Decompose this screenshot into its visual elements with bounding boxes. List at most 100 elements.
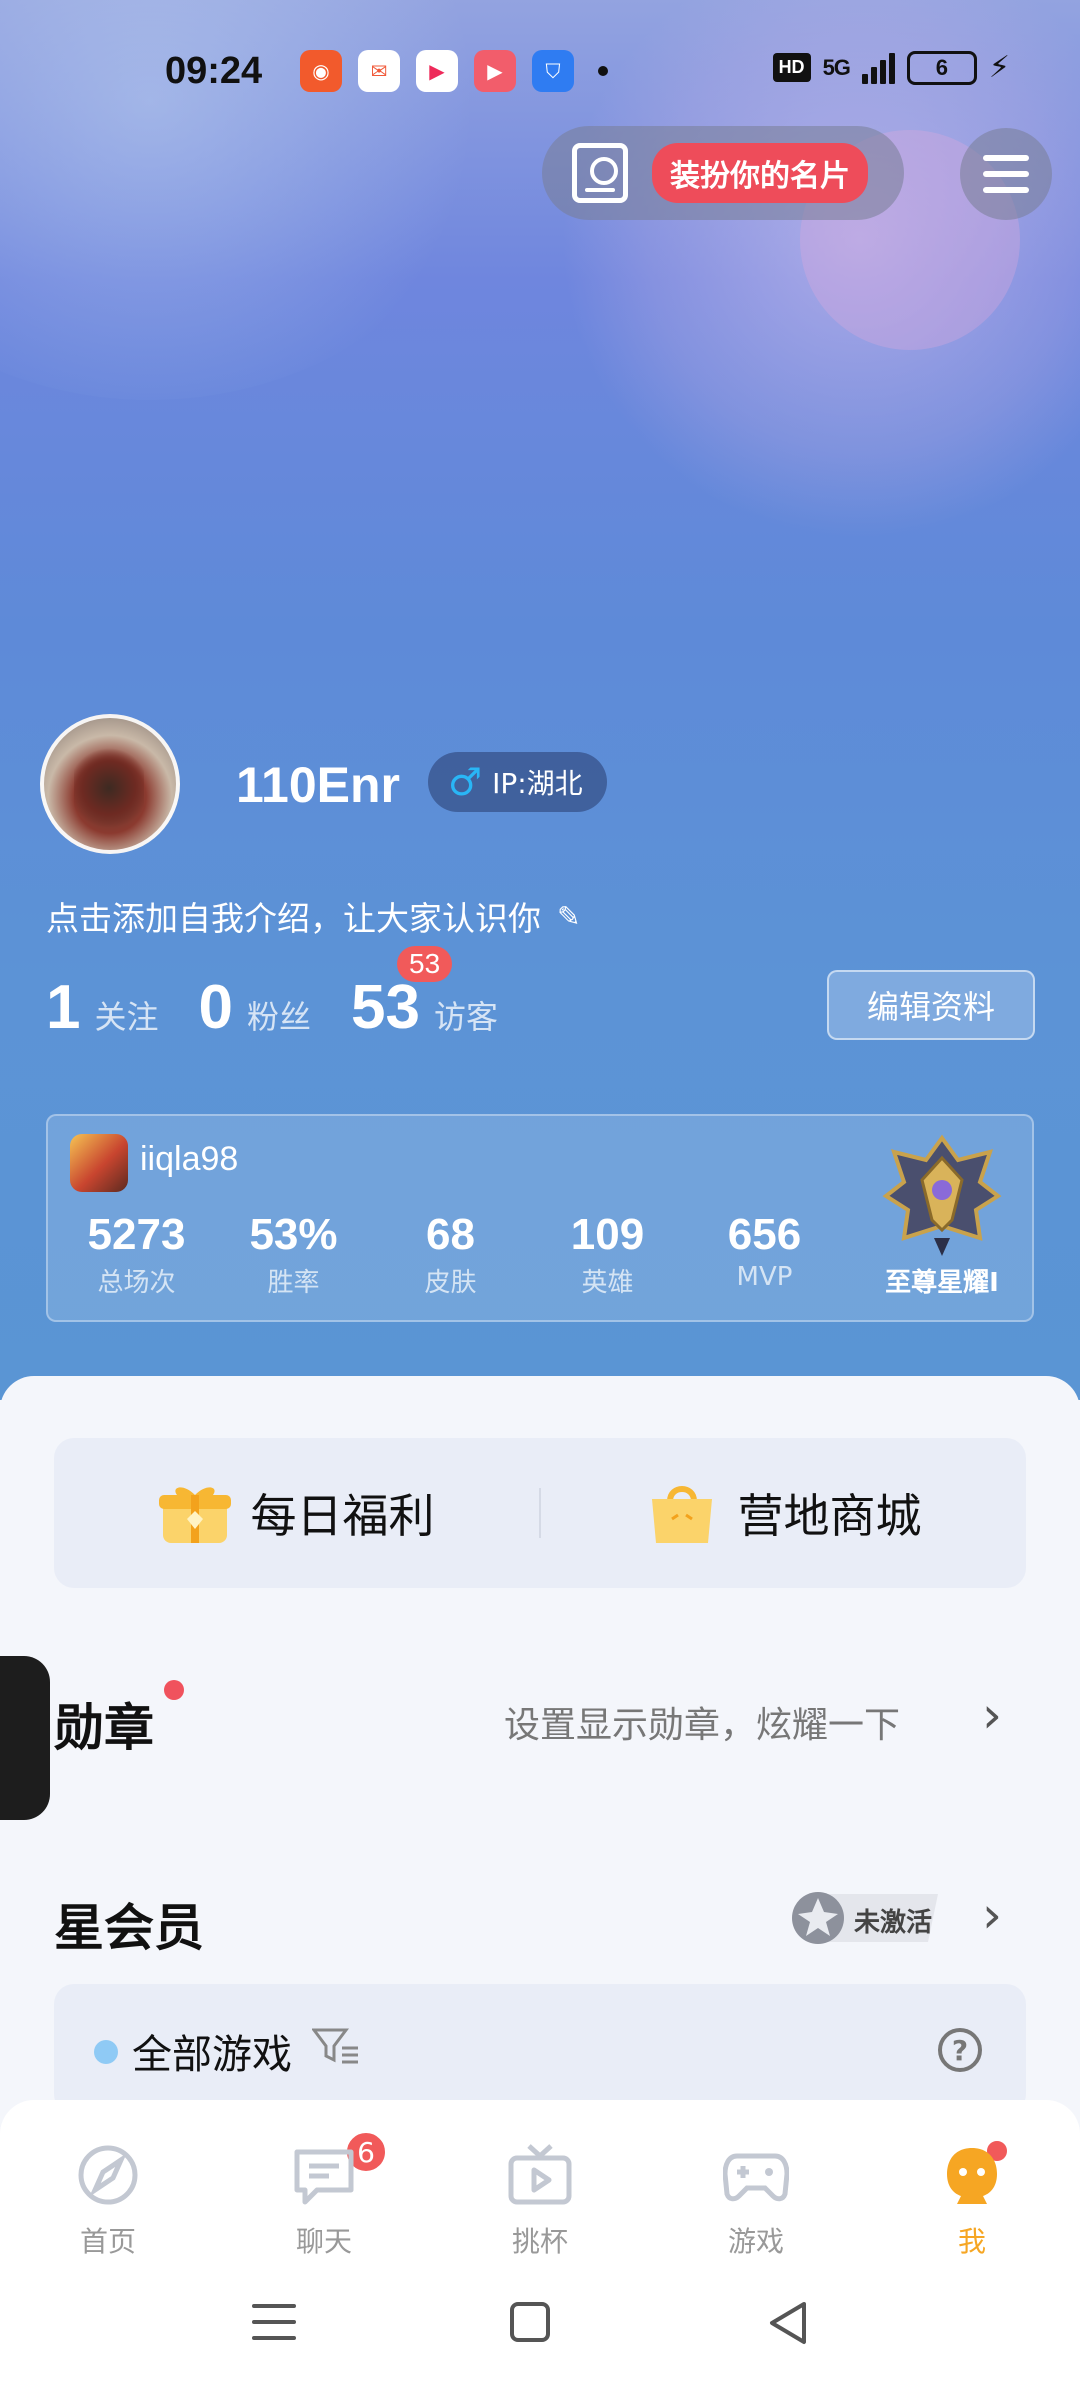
username: 110Enr <box>236 757 401 813</box>
intro-text: 点击添加自我介绍，让大家认识你 <box>46 899 541 938</box>
intro-prompt[interactable]: 点击添加自我介绍，让大家认识你 ✎ <box>46 892 580 940</box>
game-stat: 68 皮肤 <box>372 1210 529 1299</box>
membership-title: 星会员 <box>54 1899 204 1957</box>
medals-chevron-icon[interactable]: › <box>982 1686 1002 1744</box>
shield-app-icon: ⛉ <box>532 50 574 92</box>
back-button[interactable] <box>766 2300 810 2350</box>
games-filter-panel: 全部游戏 ? <box>54 1984 1026 2114</box>
stat-value: 109 <box>570 1210 645 1259</box>
visitors-label: 访客 <box>433 998 498 1036</box>
profile-stats: 1 关注 0 粉丝 53 53 访客 <box>46 946 538 1043</box>
medals-title: 勋章 <box>54 1699 154 1757</box>
fans-count: 0 <box>198 973 233 1042</box>
stat-label: 皮肤 <box>424 1268 477 1299</box>
home-compass-icon <box>75 2144 141 2206</box>
charging-icon: ⚡ <box>988 50 1010 85</box>
chat-icon <box>291 2144 357 2206</box>
membership-status-label: 未激活 <box>854 1908 933 1938</box>
fans-stat[interactable]: 0 粉丝 <box>199 972 312 1043</box>
app-notification-icon: ◉ <box>300 50 342 92</box>
nav-tv[interactable]: 挑杯 <box>432 2100 648 2278</box>
id-card-icon <box>572 143 628 203</box>
app-notification-icon: ✉ <box>358 50 400 92</box>
visitors-badge: 53 <box>397 946 453 982</box>
stat-label: 总场次 <box>97 1268 176 1299</box>
nav-chat[interactable]: 6 聊天 <box>216 2100 432 2278</box>
game-stat: 656 MVP <box>686 1210 843 1299</box>
male-icon: ♂ <box>448 760 483 804</box>
bottom-nav: 首页 6 聊天 挑杯 游戏 我 <box>0 2100 1080 2278</box>
app-notification-icon: ▶ <box>416 50 458 92</box>
status-right-icons: HD 5G 6 ⚡ <box>772 50 1010 85</box>
shopping-bag-icon <box>646 1481 718 1545</box>
avatar[interactable] <box>40 714 180 854</box>
game-stats-card[interactable]: iiqla98 5273 总场次 53% 胜率 68 皮肤 109 英雄 656… <box>46 1114 1034 1322</box>
stat-value: 5273 <box>87 1210 186 1259</box>
stat-value: 68 <box>426 1210 475 1259</box>
nav-label: 游戏 <box>727 2225 784 2258</box>
battery-icon: 6 <box>906 50 977 85</box>
status-time: 09:24 <box>165 50 263 92</box>
following-label: 关注 <box>94 998 159 1036</box>
game-stat: 5273 总场次 <box>58 1210 215 1299</box>
network-type: 5G <box>822 54 851 80</box>
game-stat: 53% 胜率 <box>215 1210 372 1299</box>
daily-welfare-label: 每日福利 <box>250 1489 435 1543</box>
ip-location: IP:湖北 <box>492 767 583 800</box>
edit-pen-icon: ✎ <box>557 899 581 933</box>
menu-button[interactable] <box>960 128 1052 220</box>
menu-icon-line <box>983 155 1029 161</box>
game-stats-row: 5273 总场次 53% 胜率 68 皮肤 109 英雄 656 MVP <box>58 1210 843 1299</box>
tv-icon <box>507 2144 573 2206</box>
nav-me[interactable]: 我 <box>864 2100 1080 2278</box>
menu-icon-line <box>983 171 1029 177</box>
following-count: 1 <box>46 973 81 1042</box>
decorate-card-button[interactable]: 装扮你的名片 <box>542 126 904 220</box>
nav-label: 聊天 <box>295 2225 352 2258</box>
gender-ip-tag: ♂ IP:湖北 <box>428 752 607 812</box>
nav-label: 首页 <box>79 2225 136 2258</box>
signal-icon <box>861 52 895 84</box>
recent-apps-button[interactable] <box>252 2304 296 2352</box>
nav-label: 挑杯 <box>511 2225 568 2258</box>
game-stat: 109 英雄 <box>529 1210 686 1299</box>
visitors-count: 53 <box>351 973 420 1042</box>
games-dot-icon <box>94 2040 118 2064</box>
hd-icon: HD <box>772 53 811 82</box>
rank-label: 至尊星耀I <box>885 1268 999 1298</box>
menu-icon-line <box>983 187 1029 193</box>
rank-emblem-icon <box>880 1134 1004 1260</box>
stat-label: MVP <box>736 1262 793 1293</box>
floating-side-tab[interactable] <box>0 1656 50 1820</box>
membership-chevron-icon[interactable]: › <box>982 1886 1002 1944</box>
rank-badge: 至尊星耀I <box>862 1134 1022 1324</box>
me-avatar-icon <box>939 2144 1005 2206</box>
game-hero-icon <box>70 1134 128 1192</box>
home-button[interactable] <box>510 2302 550 2342</box>
stat-value: 656 <box>727 1210 802 1259</box>
nav-games[interactable]: 游戏 <box>648 2100 864 2278</box>
stat-label: 英雄 <box>581 1268 634 1299</box>
all-games-label[interactable]: 全部游戏 <box>132 2022 292 2080</box>
nav-label: 我 <box>957 2225 986 2258</box>
system-navigation-bar <box>0 2278 1080 2400</box>
video-app-icon: ▶ <box>474 50 516 92</box>
medals-hint[interactable]: 设置显示勋章，炫耀一下 <box>504 1696 900 1748</box>
nav-home[interactable]: 首页 <box>0 2100 216 2278</box>
stat-value: 53% <box>249 1210 338 1259</box>
visitors-stat[interactable]: 53 53 访客 <box>351 946 498 1043</box>
following-stat[interactable]: 1 关注 <box>46 972 159 1043</box>
membership-status-badge[interactable]: 未激活 <box>788 1888 948 1948</box>
fans-label: 粉丝 <box>246 998 311 1036</box>
filter-icon[interactable] <box>311 2026 360 2075</box>
edit-profile-button[interactable]: 编辑资料 <box>827 970 1035 1040</box>
more-notifications-dot <box>598 66 608 76</box>
stat-label: 胜率 <box>267 1268 320 1299</box>
camp-store-button[interactable]: 营地商城 <box>541 1480 1026 1546</box>
welfare-store-panel: 每日福利 营地商城 <box>54 1438 1026 1588</box>
gift-icon <box>158 1481 231 1545</box>
notification-icons: ◉ ✉ ▶ ▶ ⛉ <box>300 50 608 92</box>
daily-welfare-button[interactable]: 每日福利 <box>54 1480 539 1546</box>
gamepad-icon <box>722 2144 790 2206</box>
help-icon[interactable]: ? <box>938 2028 982 2072</box>
